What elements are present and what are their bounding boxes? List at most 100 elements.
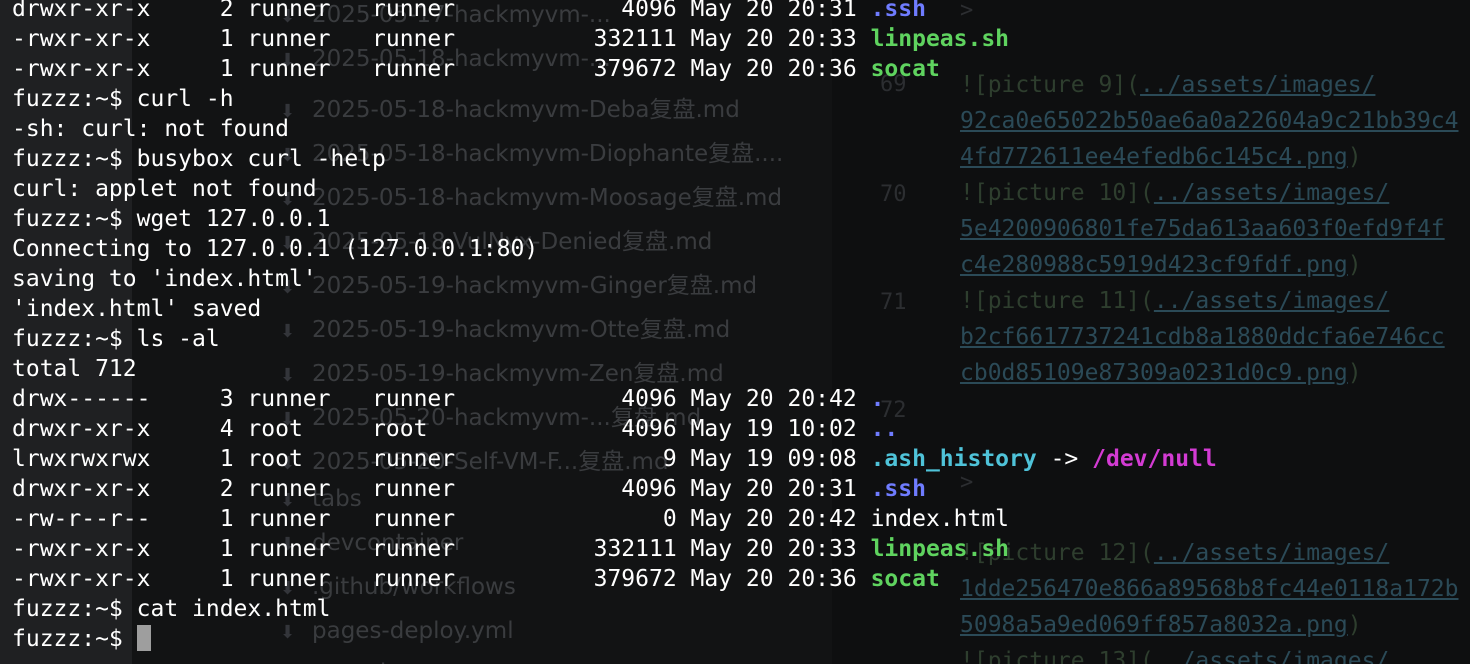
link-count: 3 <box>205 386 248 412</box>
link-count: 1 <box>205 536 248 562</box>
output-line: Connecting to 127.0.0.1 (127.0.0.1:80) <box>12 234 1217 264</box>
perms: lrwxrwxrwx <box>12 446 206 472</box>
file-name: .ssh <box>870 476 926 502</box>
perms: drwx------ <box>12 386 206 412</box>
prompt-line: fuzzz:~$ ls -al <box>12 324 1217 354</box>
output-line: saving to 'index.html' <box>12 264 1217 294</box>
output-text: curl: applet not found <box>12 176 317 202</box>
link-count: 4 <box>205 416 248 442</box>
text-cursor[interactable] <box>136 625 151 651</box>
owner: root <box>247 416 373 442</box>
shell-prompt: fuzzz:~$ <box>12 326 137 352</box>
link-count: 1 <box>205 56 248 82</box>
group: runner <box>372 26 497 52</box>
date: May 20 20:31 <box>690 476 871 502</box>
md-paren: ) <box>1347 252 1362 278</box>
link-count: 1 <box>205 566 248 592</box>
ls-entry: lrwxrwxrwx 1 root runner 9 May 19 09:08 … <box>12 444 1217 474</box>
date: May 20 20:36 <box>690 56 871 82</box>
command-text: wget 127.0.0.1 <box>136 206 331 232</box>
ls-entry: drwx------ 3 runner runner 4096 May 20 2… <box>12 384 1217 414</box>
date: May 20 20:31 <box>690 0 871 22</box>
group: runner <box>372 56 497 82</box>
owner: runner <box>247 386 373 412</box>
perms: -rwxr-xr-x <box>12 26 206 52</box>
size: 379672 <box>496 56 691 82</box>
file-name: .ash_history <box>870 446 1037 472</box>
prompt-line: fuzzz:~$ busybox curl -help <box>12 144 1217 174</box>
date: May 20 20:33 <box>690 26 871 52</box>
size: 332111 <box>496 536 691 562</box>
terminal-output[interactable]: drwxr-xr-x 2 runner runner 4096 May 20 2… <box>12 0 1217 654</box>
size: 332111 <box>496 26 691 52</box>
ls-entry: -rwxr-xr-x 1 runner runner 379672 May 20… <box>12 564 1217 594</box>
group: runner <box>372 476 497 502</box>
output-text: saving to 'index.html' <box>12 266 317 292</box>
owner: runner <box>247 566 373 592</box>
prompt-line: fuzzz:~$ curl -h <box>12 84 1217 114</box>
md-paren: ) <box>1347 360 1362 386</box>
shell-prompt: fuzzz:~$ <box>12 146 137 172</box>
output-line: 'index.html' saved <box>12 294 1217 324</box>
size: 4096 <box>496 476 691 502</box>
group: runner <box>372 386 497 412</box>
output-text: Connecting to 127.0.0.1 (127.0.0.1:80) <box>12 236 539 262</box>
perms: -rwxr-xr-x <box>12 536 206 562</box>
file-item: ⬇.vscode <box>280 660 400 664</box>
group: root <box>372 416 497 442</box>
perms: drwxr-xr-x <box>12 0 206 22</box>
date: May 20 20:42 <box>690 506 871 532</box>
date: May 19 10:02 <box>690 416 871 442</box>
output-text: 'index.html' saved <box>12 296 262 322</box>
file-name: .vscode <box>312 660 400 664</box>
size: 9 <box>496 446 691 472</box>
prompt-line: fuzzz:~$ cat index.html <box>12 594 1217 624</box>
link-count: 2 <box>205 476 248 502</box>
owner: runner <box>247 476 373 502</box>
file-name: index.html <box>870 506 1010 532</box>
link-count: 1 <box>205 506 248 532</box>
output-text: total 712 <box>12 356 137 382</box>
output-line: total 712 <box>12 354 1217 384</box>
owner: runner <box>247 56 373 82</box>
shell-prompt: fuzzz:~$ <box>12 596 137 622</box>
file-name: .ssh <box>870 0 926 22</box>
prompt-line: fuzzz:~$ <box>12 624 1217 654</box>
size: 379672 <box>496 566 691 592</box>
command-text: cat index.html <box>136 596 331 622</box>
group: runner <box>372 446 497 472</box>
size: 0 <box>496 506 691 532</box>
ls-entry: drwxr-xr-x 4 root root 4096 May 19 10:02… <box>12 414 1217 444</box>
file-name: socat <box>870 566 940 592</box>
ls-entry: -rwxr-xr-x 1 runner runner 379672 May 20… <box>12 54 1217 84</box>
ls-entry: drwxr-xr-x 2 runner runner 4096 May 20 2… <box>12 474 1217 504</box>
owner: runner <box>247 26 373 52</box>
date: May 20 20:36 <box>690 566 871 592</box>
link-count: 1 <box>205 26 248 52</box>
group: runner <box>372 566 497 592</box>
owner: runner <box>247 536 373 562</box>
perms: -rw-r--r-- <box>12 506 206 532</box>
file-name: linpeas.sh <box>870 536 1010 562</box>
perms: drwxr-xr-x <box>12 476 206 502</box>
file-name: socat <box>870 56 940 82</box>
ls-entry: -rw-r--r-- 1 runner runner 0 May 20 20:4… <box>12 504 1217 534</box>
symlink-target: /dev/null <box>1092 446 1217 472</box>
owner: root <box>247 446 373 472</box>
output-text: -sh: curl: not found <box>12 116 289 142</box>
size: 4096 <box>496 416 691 442</box>
size: 4096 <box>496 386 691 412</box>
group: runner <box>372 0 497 22</box>
date: May 20 20:42 <box>690 386 871 412</box>
perms: -rwxr-xr-x <box>12 566 206 592</box>
output-line: -sh: curl: not found <box>12 114 1217 144</box>
link-count: 2 <box>205 0 248 22</box>
output-line: curl: applet not found <box>12 174 1217 204</box>
shell-prompt: fuzzz:~$ <box>12 626 137 652</box>
shell-prompt: fuzzz:~$ <box>12 86 137 112</box>
perms: drwxr-xr-x <box>12 416 206 442</box>
command-text: ls -al <box>136 326 220 352</box>
file-name: . <box>870 386 885 412</box>
shell-prompt: fuzzz:~$ <box>12 206 137 232</box>
md-paren: ) <box>1347 612 1362 638</box>
